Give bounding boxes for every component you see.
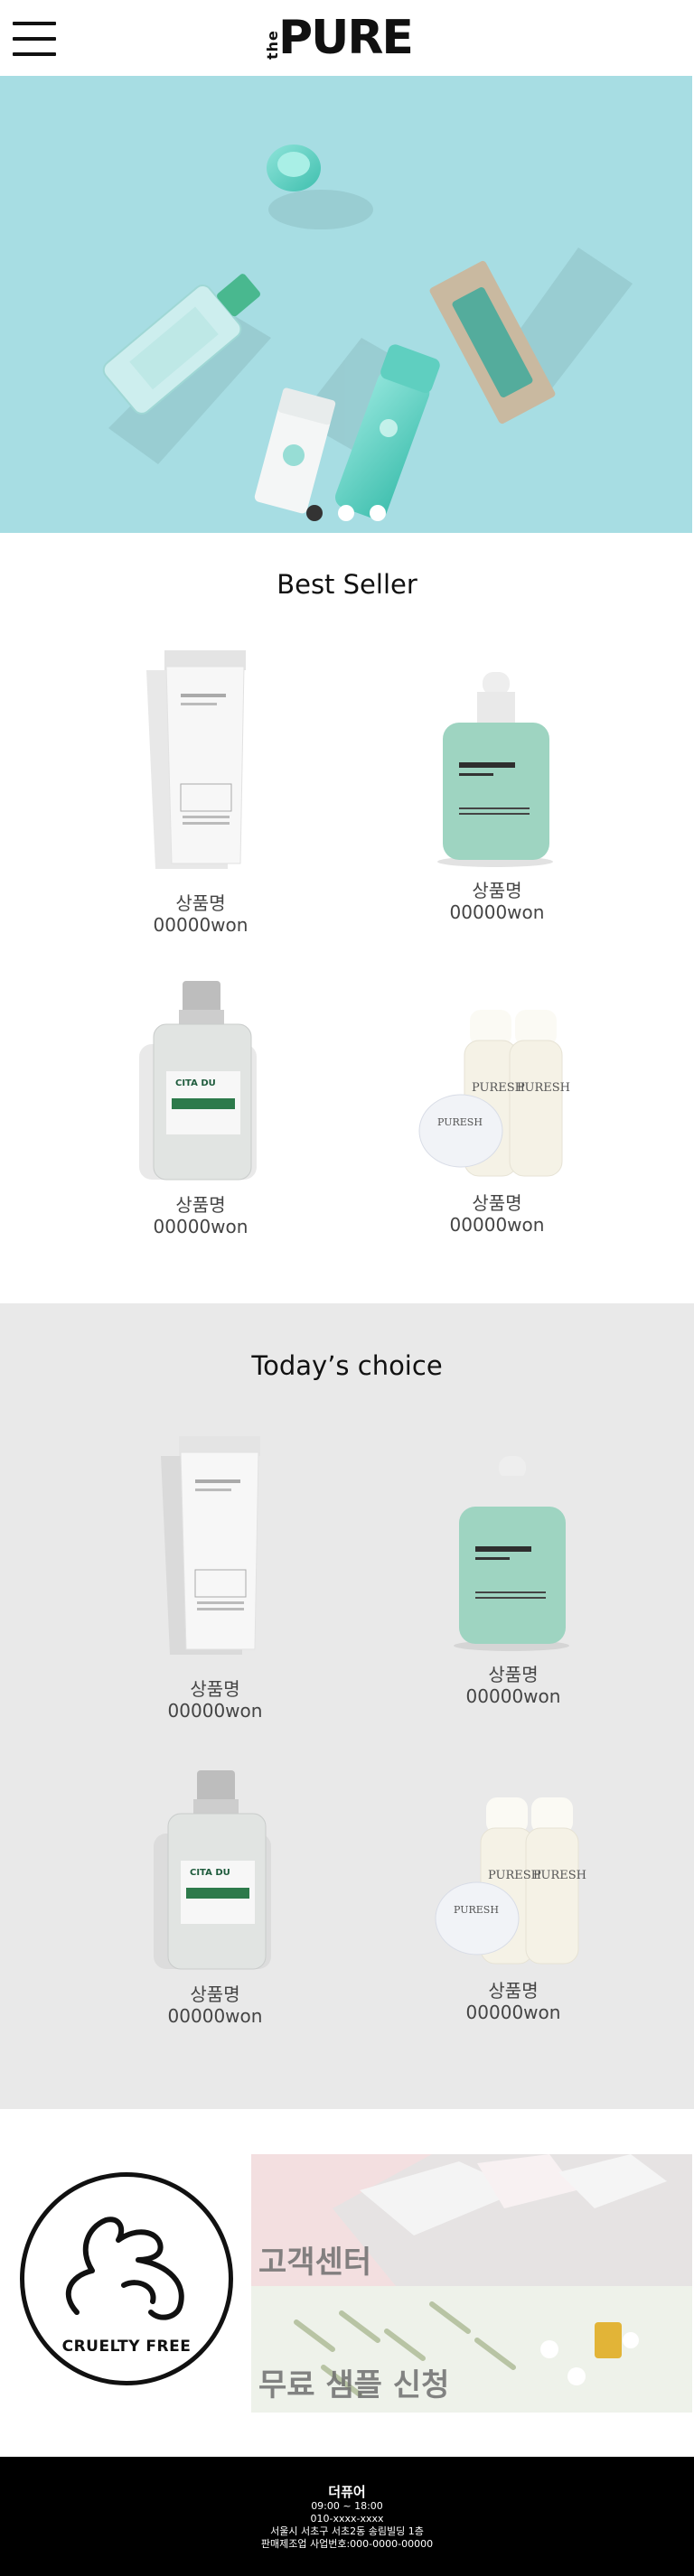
product-card[interactable]: 상품명 00000won [378,1456,649,1707]
product-name: 상품명 [175,1194,226,1216]
product-price: 00000won [449,901,545,923]
product-name: 상품명 [488,1980,539,2002]
slider-dot[interactable] [370,505,387,521]
footer-phone: 010-xxxx-xxxx [310,2513,384,2525]
todays-choice-title: Today’s choice [251,1350,443,1381]
product-name: 상품명 [472,1192,522,1214]
customer-center-text: 고객센터 [258,2245,372,2281]
customer-center-banner[interactable]: 고객센터 [251,2154,692,2286]
white-tube-icon [146,650,246,869]
product-name: 상품명 [190,1983,240,2005]
mint-dropper-bottle-icon [454,1456,569,1651]
hero-product-image [102,145,633,519]
site-header: the PURE [0,0,694,76]
brand-logo[interactable]: the PURE [264,13,436,63]
footer-hours: 09:00 ~ 18:00 [311,2500,383,2512]
product-price: 00000won [465,1685,561,1707]
product-card[interactable]: 상품명 00000won [80,1434,351,1722]
puresh-label: PURESH [517,1081,570,1095]
puresh-label: PURESH [533,1869,586,1882]
product-name: 상품명 [175,892,226,914]
product-card[interactable]: 상품명 00000won [361,672,633,923]
product-name: 상품명 [472,880,522,901]
product-card[interactable]: CITA DU 상품명 00000won [65,981,336,1237]
product-price: 00000won [465,2002,561,2023]
cream-and-essence-set-icon: PURESH PURESH PURESH [435,1797,586,1965]
rabbit-icon [65,2217,184,2320]
product-name: 상품명 [488,1664,539,1685]
mint-dropper-bottle-icon [437,672,553,867]
product-card[interactable]: CITA DU 상품명 00000won [80,1770,351,2027]
product-price: 00000won [167,2005,263,2027]
hero-slider[interactable] [0,76,692,533]
cruelty-free-label: CRUELTY FREE [61,2338,192,2356]
product-card[interactable]: PURESH PURESH PURESH 상품명 00000won [378,1792,649,2023]
puresh-label: PURESH [437,1116,483,1128]
product-price: 00000won [153,1216,249,1237]
menu-line [13,22,56,25]
clear-glass-bottle-icon: CITA DU [154,1770,271,1970]
footer-company-name: 더퓨어 [328,2484,366,2500]
site-footer: 더퓨어 09:00 ~ 18:00 010-xxxx-xxxx 서울시 서초구 … [0,2457,694,2576]
clear-glass-bottle-icon: CITA DU [139,981,257,1181]
slider-dot[interactable] [338,505,354,521]
white-tube-icon [161,1436,260,1655]
product-card[interactable]: 상품명 00000won [65,649,336,936]
product-price: 00000won [167,1700,263,1722]
hamburger-menu-icon[interactable] [13,22,56,56]
cruelty-free-badge: CRUELTY FREE [20,2172,233,2385]
product-card[interactable]: PURESH PURESH PURESH 상품명 00000won [361,1004,633,1236]
best-seller-title: Best Seller [277,569,417,600]
footer-license: 판매제조업 사업번호:000-0000-00000 [260,2538,434,2550]
product-price: 00000won [449,1214,545,1236]
product-name: 상품명 [190,1678,240,1700]
cita-du-label: CITA DU [175,1078,216,1088]
slider-dot[interactable] [305,505,323,521]
puresh-label: PURESH [454,1904,499,1916]
logo-pure-text: PURE [278,11,414,65]
free-sample-banner[interactable]: 무료 샘플 신청 [251,2286,692,2413]
product-price: 00000won [153,914,249,936]
service-banners: 고객센터 무료 샘플 신청 [251,2154,692,2413]
menu-line [13,37,56,41]
cream-and-essence-set-icon: PURESH PURESH PURESH [418,1010,570,1177]
menu-line [13,52,56,56]
slider-pagination [0,505,692,525]
cita-du-label: CITA DU [190,1868,230,1878]
free-sample-text: 무료 샘플 신청 [258,2367,450,2403]
footer-address: 서울시 서초구 서초2동 송림빌딩 1층 [270,2525,424,2537]
